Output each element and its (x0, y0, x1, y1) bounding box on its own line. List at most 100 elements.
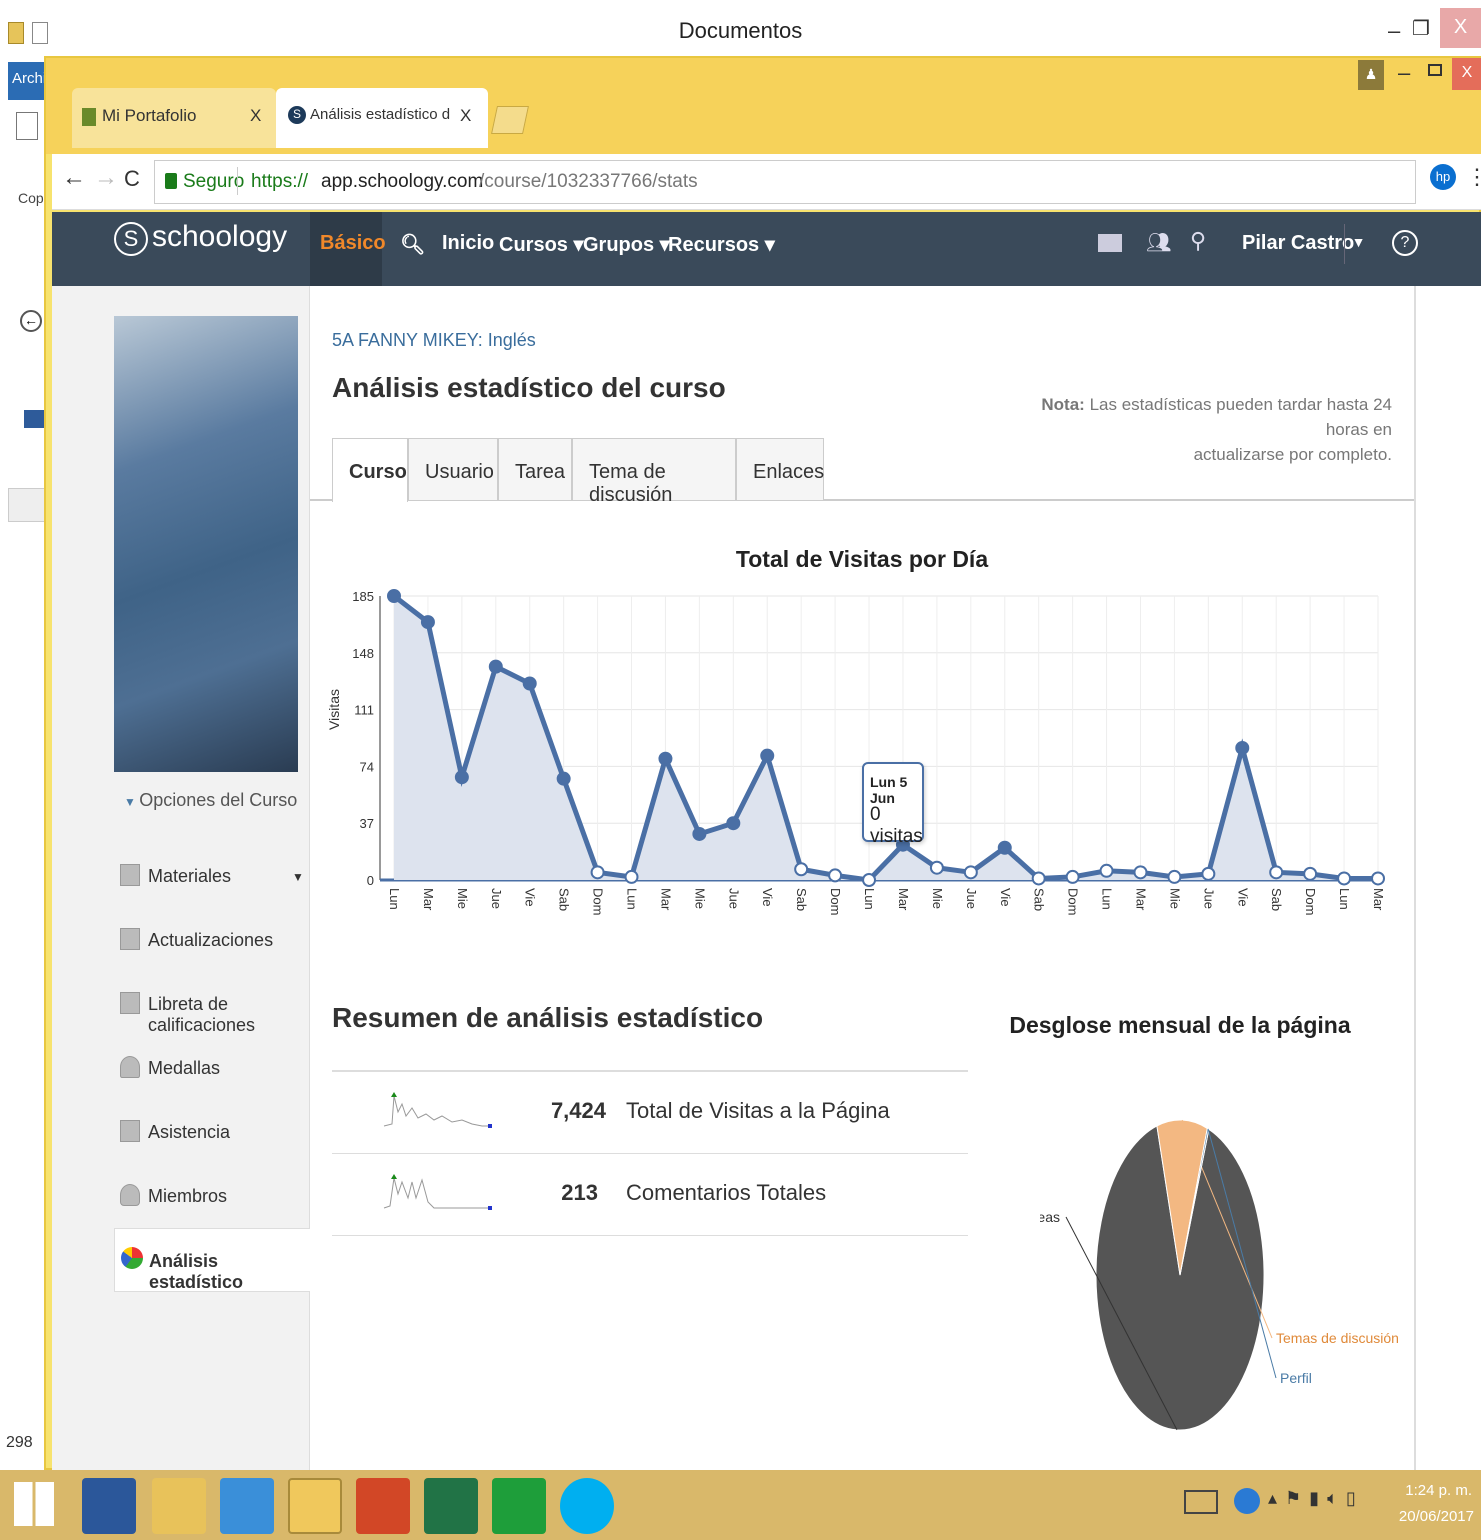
internet-explorer-icon[interactable] (220, 1478, 274, 1534)
close-window-icon[interactable]: X (1440, 8, 1481, 48)
summary-label: Comentarios Totales (626, 1180, 827, 1205)
search-icon[interactable]: 🔍︎ (400, 232, 425, 257)
url-bar[interactable]: Seguro https:// app.schoology.com /cours… (154, 160, 1416, 204)
nav-grupos[interactable]: Grupos ▾ (583, 232, 670, 257)
document-icon[interactable] (32, 22, 48, 44)
tab-close-icon[interactable]: X (460, 106, 471, 126)
schoology-logo-icon[interactable]: S (114, 222, 148, 256)
tab-close-icon[interactable]: X (250, 106, 261, 126)
tray-icons[interactable]: ▴⚑▮🔈︎▯ (1268, 1488, 1364, 1509)
materials-icon (120, 864, 140, 886)
chrome-close-icon[interactable]: X (1452, 58, 1481, 90)
x-tick-label: Mie (1167, 888, 1182, 909)
data-point (454, 770, 469, 785)
nav-cursos[interactable]: Cursos ▾ (499, 232, 584, 257)
badges-icon[interactable]: ⚲ (1190, 228, 1206, 254)
caret-down-icon: ▼ (124, 795, 140, 809)
data-point (929, 860, 944, 875)
data-point (1133, 865, 1148, 880)
portfolio-favicon-icon (82, 108, 96, 126)
copy-icon[interactable] (16, 112, 38, 140)
skype-app-icon[interactable] (560, 1478, 614, 1534)
tab-analisis[interactable]: S Análisis estadístico del cu X (276, 88, 488, 148)
note-label: Nota: (1041, 395, 1085, 414)
sidebar-item-actualizaciones[interactable]: Actualizaciones (114, 914, 310, 968)
url-path: /course/1032337766/stats (479, 171, 698, 192)
y-tick-label: 111 (354, 703, 374, 718)
chart-tooltip: Lun 5 Jun 0 visitas (862, 762, 924, 847)
x-tick-label: Dom (1066, 888, 1081, 915)
new-tab-button[interactable] (491, 106, 529, 134)
y-tick-label: 37 (360, 816, 374, 831)
summary-value: 7,424 (550, 1098, 606, 1123)
help-tray-icon[interactable] (1234, 1488, 1260, 1514)
course-options[interactable]: ▼ Opciones del Curso (124, 790, 297, 811)
y-tick-label: 185 (352, 589, 374, 604)
nav-recursos[interactable]: Recursos ▾ (668, 232, 775, 257)
tray-time[interactable]: 1:24 p. m. (1400, 1482, 1472, 1499)
gradebook-icon (120, 992, 140, 1014)
minimize-icon[interactable]: – (1388, 18, 1400, 44)
tab-tarea[interactable]: Tarea (498, 438, 572, 500)
tab-enlaces[interactable]: Enlaces (736, 438, 824, 500)
item-count: 298 (6, 1434, 33, 1451)
copy-label: Copi (18, 190, 47, 206)
data-point (556, 771, 571, 786)
schoology-logo-text[interactable]: schoology (152, 220, 287, 254)
menu-icon[interactable]: ⋮ (1466, 164, 1481, 190)
basico-label[interactable]: Básico (320, 232, 386, 255)
file-explorer-icon[interactable] (152, 1478, 206, 1534)
store-app-icon[interactable] (492, 1478, 546, 1534)
sidebar-item-analisis[interactable]: Análisis estadístico (114, 1228, 310, 1292)
back-circle-icon[interactable]: ← (20, 310, 42, 332)
x-tick-label: Jue (1201, 888, 1216, 909)
monthly-breakdown-pie-chart: Tareas Temas de discusión Perfil (1040, 1119, 1399, 1431)
profile-icon[interactable]: ♟ (1358, 60, 1384, 90)
user-dropdown-icon[interactable]: ▼ (1344, 224, 1372, 264)
restore-icon[interactable]: ❐ (1412, 16, 1430, 41)
reload-icon[interactable]: C (124, 166, 140, 192)
folder-icon[interactable] (8, 22, 24, 44)
sidebar-item-label: Libreta de calificaciones (148, 994, 256, 1035)
chrome-app-icon[interactable] (288, 1478, 342, 1534)
help-icon[interactable]: ? (1392, 230, 1418, 256)
data-point (590, 865, 605, 880)
sidebar-item-libreta[interactable]: Libreta de calificaciones (114, 978, 310, 1035)
data-point (624, 869, 639, 884)
tab-curso[interactable]: Curso (332, 438, 408, 502)
tab-tema-discusion[interactable]: Tema de discusión (572, 438, 736, 506)
tray-date[interactable]: 20/06/2017 (1392, 1508, 1474, 1525)
sidebar-item-materiales[interactable]: Materiales ▼ (114, 850, 310, 904)
keyboard-icon[interactable] (1184, 1490, 1218, 1514)
x-tick-label: Mar (896, 888, 911, 911)
data-point (692, 826, 707, 841)
x-tick-label: Mie (930, 888, 945, 909)
sidebar-item-medallas[interactable]: Medallas (114, 1042, 310, 1096)
forward-icon[interactable]: → (94, 164, 118, 192)
connections-icon[interactable]: 👥︎ (1146, 230, 1171, 254)
powerpoint-app-icon[interactable] (356, 1478, 410, 1534)
dropdown-icon[interactable]: ▼ (292, 870, 304, 884)
sidebar-item-asistencia[interactable]: Asistencia (114, 1106, 310, 1160)
x-tick-label: Mar (1133, 888, 1148, 911)
data-point (420, 615, 435, 630)
tab-mi-portafolio[interactable]: Mi Portafolio X (72, 88, 276, 148)
tab-usuario[interactable]: Usuario (408, 438, 498, 500)
chrome-minimize-icon[interactable]: – (1398, 60, 1410, 86)
hp-extension-icon[interactable]: hp (1430, 164, 1456, 190)
x-tick-label: Sab (557, 888, 572, 911)
url-divider (237, 167, 238, 195)
chrome-maximize-icon[interactable] (1428, 64, 1442, 76)
excel-app-icon[interactable] (424, 1478, 478, 1534)
nav-inicio[interactable]: Inicio (442, 232, 494, 255)
pie-label: Perfil (1280, 1370, 1312, 1386)
updates-icon (120, 928, 140, 950)
user-name[interactable]: Pilar Castro (1242, 232, 1354, 255)
back-icon[interactable]: ← (62, 164, 86, 192)
data-point (522, 676, 537, 691)
sidebar-item-miembros[interactable]: Miembros (114, 1170, 310, 1224)
windows-start-icon[interactable] (14, 1482, 54, 1526)
messages-icon[interactable] (1098, 234, 1122, 252)
breadcrumb[interactable]: 5A FANNY MIKEY: Inglés (332, 330, 536, 351)
word-app-icon[interactable] (82, 1478, 136, 1534)
